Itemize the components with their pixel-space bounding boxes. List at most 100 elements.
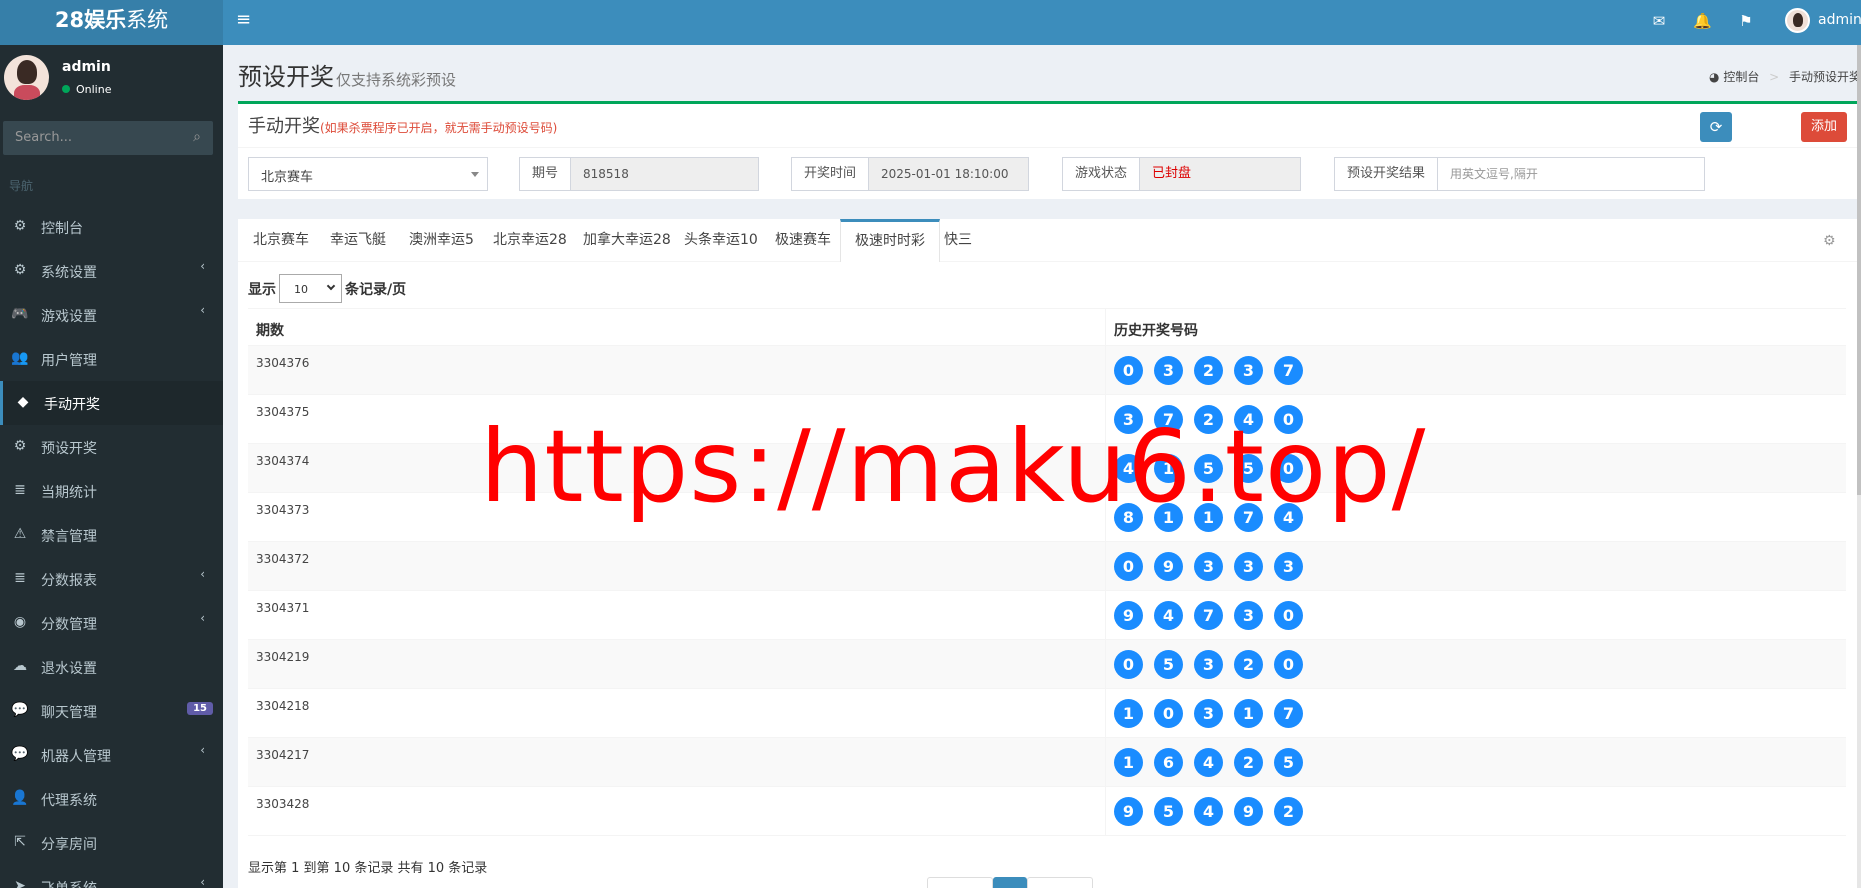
- draw-numbers: 37240: [1114, 405, 1314, 434]
- sidebar-item[interactable]: ◆ 手动开奖: [0, 381, 223, 425]
- sidebar-item[interactable]: ⇱ 分享房间: [0, 821, 223, 865]
- page-scrollbar[interactable]: [1857, 45, 1861, 888]
- chevron-down-icon: [326, 281, 336, 291]
- menu-icon: ➤: [14, 878, 26, 888]
- chevron-left-icon: ‹: [200, 259, 205, 273]
- sidebar-item[interactable]: 🎮 游戏设置 ‹: [0, 293, 223, 337]
- number-ball: 1: [1114, 699, 1143, 728]
- sidebar-item-label: 预设开奖: [41, 441, 97, 457]
- add-button[interactable]: 添加: [1801, 112, 1847, 142]
- sidebar-item-label: 分数报表: [41, 573, 97, 589]
- sidebar-item[interactable]: 👤 代理系统: [0, 777, 223, 821]
- period-cell: 3304217: [256, 748, 310, 762]
- number-ball: 3: [1234, 552, 1263, 581]
- number-ball: 4: [1274, 503, 1303, 532]
- chevron-left-icon: ‹: [200, 743, 205, 757]
- current-page-button[interactable]: [993, 877, 1027, 888]
- game-tab[interactable]: 加拿大幸运28: [583, 219, 671, 262]
- number-ball: 9: [1234, 797, 1263, 826]
- online-status: Online: [62, 83, 111, 96]
- game-tab[interactable]: 北京幸运28: [493, 219, 567, 262]
- refresh-button[interactable]: ⟳: [1700, 112, 1732, 142]
- table-row: 3303428 9 5 4 9 2: [248, 787, 1846, 836]
- col-numbers-header[interactable]: 历史开奖号码: [1114, 320, 1198, 340]
- sidebar-item[interactable]: ➤ 飞单系统 ‹: [0, 865, 223, 888]
- number-ball: 1: [1154, 503, 1183, 532]
- game-tab[interactable]: 头条幸运10: [684, 219, 758, 262]
- top-header: 28娱乐系统 ≡ ✉ 🔔 ⚑ admin: [0, 0, 1861, 45]
- search-icon[interactable]: ⌕: [193, 129, 201, 145]
- period-field: 818518: [571, 157, 760, 191]
- sidebar-search-input[interactable]: Search... ⌕: [3, 121, 213, 155]
- header-user-name[interactable]: admin: [1818, 12, 1861, 28]
- sidebar: admin Online Search... ⌕ 导航 ⚙ 控制台 ⚙ 系统设置 ‹ 🎮 游…: [0, 45, 223, 888]
- number-ball: 2: [1194, 356, 1223, 385]
- chevron-left-icon: ‹: [200, 303, 205, 317]
- number-ball: 0: [1274, 601, 1303, 630]
- number-ball: 3: [1194, 650, 1223, 679]
- number-ball: 9: [1114, 797, 1143, 826]
- sidebar-avatar: [4, 55, 49, 100]
- gear-icon[interactable]: ⚙: [1823, 233, 1836, 249]
- sidebar-item[interactable]: ⚙ 系统设置 ‹: [0, 249, 223, 293]
- caret-down-icon: [471, 172, 479, 177]
- period-cell: 3304374: [256, 454, 310, 468]
- sidebar-item[interactable]: 💬 聊天管理 15: [0, 689, 223, 733]
- mail-icon[interactable]: ✉: [1650, 12, 1668, 30]
- sidebar-item[interactable]: 💬 机器人管理 ‹: [0, 733, 223, 777]
- number-ball: 7: [1274, 356, 1303, 385]
- game-tab[interactable]: 北京赛车: [253, 219, 309, 262]
- number-ball: 5: [1274, 748, 1303, 777]
- number-ball: 0: [1274, 405, 1303, 434]
- number-ball: 0: [1114, 650, 1143, 679]
- sidebar-item-label: 控制台: [41, 221, 83, 237]
- game-tab[interactable]: 澳洲幸运5: [409, 219, 474, 262]
- game-select[interactable]: 北京赛车: [248, 157, 488, 191]
- prev-page-button[interactable]: [927, 877, 993, 888]
- online-dot-icon: [62, 85, 70, 93]
- draw-numbers: 94730: [1114, 601, 1314, 630]
- history-table: 期数 历史开奖号码 3304376 0 3 2 3 7 3304375 3 7 2 4 0 330437…: [248, 308, 1846, 836]
- breadcrumb-home[interactable]: 控制台: [1723, 70, 1759, 84]
- game-state-label: 游戏状态: [1062, 157, 1141, 191]
- preset-result-label: 预设开奖结果: [1334, 157, 1439, 191]
- number-ball: 7: [1274, 699, 1303, 728]
- next-page-button[interactable]: [1027, 877, 1093, 888]
- sidebar-item[interactable]: 👥 用户管理: [0, 337, 223, 381]
- header-avatar[interactable]: [1785, 8, 1810, 33]
- flag-icon[interactable]: ⚑: [1737, 12, 1755, 30]
- sidebar-item[interactable]: ◉ 分数管理 ‹: [0, 601, 223, 645]
- period-label: 期号: [519, 157, 572, 191]
- page-length-select[interactable]: 10: [279, 274, 342, 303]
- sidebar-item[interactable]: ⚙ 控制台: [0, 205, 223, 249]
- dashboard-icon: ◕: [1709, 70, 1720, 84]
- menu-icon: 💬: [11, 746, 29, 762]
- sidebar-item-label: 聊天管理: [41, 705, 97, 721]
- game-tab[interactable]: 快三: [944, 219, 972, 262]
- table-row: 3304372 0 9 3 3 3: [248, 542, 1846, 591]
- game-tab[interactable]: 极速赛车: [775, 219, 831, 262]
- number-ball: 1: [1114, 748, 1143, 777]
- preset-result-input[interactable]: 用英文逗号,隔开: [1438, 157, 1706, 191]
- sidebar-item[interactable]: ≣ 当期统计: [0, 469, 223, 513]
- game-tab[interactable]: 幸运飞艇: [330, 219, 386, 262]
- chevron-left-icon: ‹: [200, 567, 205, 581]
- scrollbar-thumb[interactable]: [1857, 45, 1861, 495]
- menu-icon: 🎮: [11, 306, 29, 322]
- sidebar-item-label: 禁言管理: [41, 529, 97, 545]
- game-tab[interactable]: 极速时时彩: [840, 219, 940, 262]
- sidebar-item[interactable]: ⚠ 禁言管理: [0, 513, 223, 557]
- bell-icon[interactable]: 🔔: [1693, 12, 1712, 30]
- sidebar-item[interactable]: ☁ 退水设置: [0, 645, 223, 689]
- game-state-group: 游戏状态 已封盘: [1062, 157, 1302, 191]
- number-ball: 8: [1114, 503, 1143, 532]
- sidebar-item[interactable]: ⚙ 预设开奖: [0, 425, 223, 469]
- number-ball: 5: [1154, 650, 1183, 679]
- app-logo[interactable]: 28娱乐系统: [0, 0, 223, 45]
- col-period-header[interactable]: 期数: [256, 320, 284, 340]
- number-ball: 4: [1194, 797, 1223, 826]
- menu-icon: ≣: [14, 570, 26, 586]
- sidebar-toggle-icon[interactable]: ≡: [236, 9, 252, 31]
- sidebar-item[interactable]: ≣ 分数报表 ‹: [0, 557, 223, 601]
- breadcrumb-current: 手动预设开奖: [1789, 70, 1861, 84]
